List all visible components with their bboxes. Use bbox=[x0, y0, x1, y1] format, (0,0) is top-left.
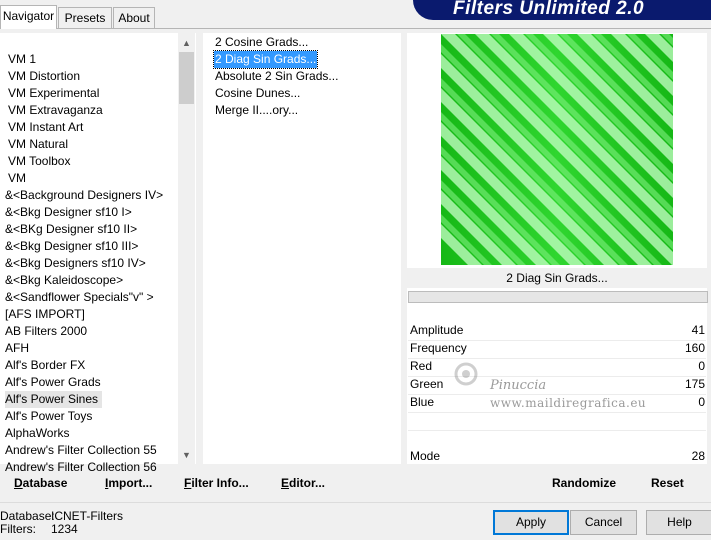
category-item[interactable]: VM Distortion bbox=[8, 68, 80, 85]
editor-hotkey: E bbox=[281, 476, 290, 490]
category-item[interactable]: AlphaWorks bbox=[5, 425, 69, 442]
title-banner: Filters Unlimited 2.0 bbox=[413, 0, 711, 20]
filters-status-label: Filters: bbox=[0, 522, 36, 536]
slider-track[interactable] bbox=[408, 412, 706, 413]
slider-track[interactable] bbox=[408, 340, 706, 341]
param-value[interactable]: 160 bbox=[685, 340, 705, 357]
category-item[interactable]: &<Bkg Designer sf10 I> bbox=[5, 204, 132, 221]
database-hotkey: D bbox=[14, 476, 23, 490]
tab-divider bbox=[0, 28, 711, 29]
category-item[interactable]: Andrew's Filter Collection 56 bbox=[5, 459, 157, 476]
param-value[interactable]: 0 bbox=[698, 394, 705, 411]
watermark-site: www.maildiregrafica.eu bbox=[490, 396, 647, 410]
category-item[interactable]: AFH bbox=[5, 340, 29, 357]
database-status-label: Database: bbox=[0, 509, 55, 523]
filters-status-value: 1234 bbox=[51, 522, 78, 536]
import-label: mport... bbox=[108, 476, 153, 490]
param-label: Red bbox=[410, 359, 433, 373]
import-button[interactable]: Import... bbox=[105, 475, 152, 491]
param-value[interactable]: 28 bbox=[692, 448, 705, 465]
category-item[interactable]: &<Bkg Designers sf10 IV> bbox=[5, 255, 146, 272]
filter-item[interactable]: Merge II....ory... bbox=[214, 102, 299, 119]
category-item[interactable]: &<Bkg Designer sf10 III> bbox=[5, 238, 138, 255]
app-title: Filters Unlimited 2.0 bbox=[453, 0, 645, 19]
category-item[interactable]: Alf's Border FX bbox=[5, 357, 85, 374]
category-item[interactable]: Alf's Power Sines bbox=[5, 391, 102, 408]
reset-button[interactable]: Reset bbox=[651, 475, 684, 491]
scroll-up-icon[interactable]: ▲ bbox=[178, 35, 195, 52]
category-item[interactable]: AB Filters 2000 bbox=[5, 323, 87, 340]
category-item[interactable]: VM Natural bbox=[8, 136, 68, 153]
scroll-down-icon[interactable]: ▼ bbox=[178, 447, 195, 464]
filter-item[interactable]: Cosine Dunes... bbox=[214, 85, 301, 102]
filter-item[interactable]: 2 Cosine Grads... bbox=[214, 34, 309, 51]
param-label: Frequency bbox=[410, 341, 467, 355]
filter-info-label: ilter Info... bbox=[191, 476, 249, 490]
param-label: Mode bbox=[410, 449, 441, 463]
category-item[interactable]: VM 1 bbox=[8, 51, 36, 68]
editor-label: ditor... bbox=[289, 476, 326, 490]
param-value[interactable]: 41 bbox=[692, 322, 705, 339]
category-item[interactable]: &<Background Designers IV> bbox=[5, 187, 163, 204]
filter-item[interactable]: 2 Diag Sin Grads... bbox=[212, 50, 319, 69]
tab-about[interactable]: About bbox=[113, 7, 155, 28]
editor-button[interactable]: Editor... bbox=[281, 475, 325, 491]
cancel-button[interactable]: Cancel bbox=[570, 510, 637, 535]
slider-track[interactable] bbox=[408, 358, 706, 359]
slider-track[interactable] bbox=[408, 430, 706, 431]
tab-navigator[interactable]: Navigator bbox=[0, 5, 57, 29]
category-item[interactable]: VM Toolbox bbox=[8, 153, 70, 170]
category-item[interactable]: &<Sandflower Specials"v" > bbox=[5, 289, 154, 306]
category-item[interactable]: Alf's Power Toys bbox=[5, 408, 92, 425]
watermark-name: Pinuccia bbox=[490, 378, 547, 393]
category-item[interactable]: VM bbox=[8, 170, 26, 187]
filter-info-button[interactable]: Filter Info... bbox=[184, 475, 249, 491]
progress-bar bbox=[408, 291, 708, 303]
help-button[interactable]: Help bbox=[646, 510, 711, 535]
apply-button[interactable]: Apply bbox=[493, 510, 569, 535]
slider-track[interactable] bbox=[408, 394, 706, 395]
category-item[interactable]: Alf's Power Grads bbox=[5, 374, 101, 391]
database-label: atabase bbox=[22, 476, 68, 490]
filter-item[interactable]: Absolute 2 Sin Grads... bbox=[214, 68, 339, 85]
param-value[interactable]: 175 bbox=[685, 376, 705, 393]
database-button[interactable]: Database bbox=[14, 475, 67, 491]
param-label: Amplitude bbox=[410, 323, 464, 337]
randomize-button[interactable]: Randomize bbox=[552, 475, 616, 491]
filter-name-label: 2 Diag Sin Grads... bbox=[407, 268, 707, 288]
category-item[interactable]: &<BKg Designer sf10 II> bbox=[5, 221, 137, 238]
filter-preview bbox=[441, 34, 673, 265]
category-item[interactable]: &<Bkg Kaleidoscope> bbox=[5, 272, 123, 289]
param-label: Green bbox=[410, 377, 444, 391]
category-item[interactable]: [AFS IMPORT] bbox=[5, 306, 85, 323]
database-status-value: ICNET-Filters bbox=[51, 509, 123, 523]
category-item[interactable]: VM Extravaganza bbox=[8, 102, 103, 119]
param-label: Blue bbox=[410, 395, 435, 409]
bottom-separator bbox=[0, 502, 711, 503]
watermark-logo-icon bbox=[452, 360, 492, 390]
category-item[interactable]: VM Experimental bbox=[8, 85, 99, 102]
category-item[interactable]: Andrew's Filter Collection 55 bbox=[5, 442, 157, 459]
tab-presets[interactable]: Presets bbox=[58, 7, 112, 28]
param-value[interactable]: 0 bbox=[698, 358, 705, 375]
category-item[interactable]: VM Instant Art bbox=[8, 119, 83, 136]
scrollbar-thumb[interactable] bbox=[179, 52, 194, 104]
